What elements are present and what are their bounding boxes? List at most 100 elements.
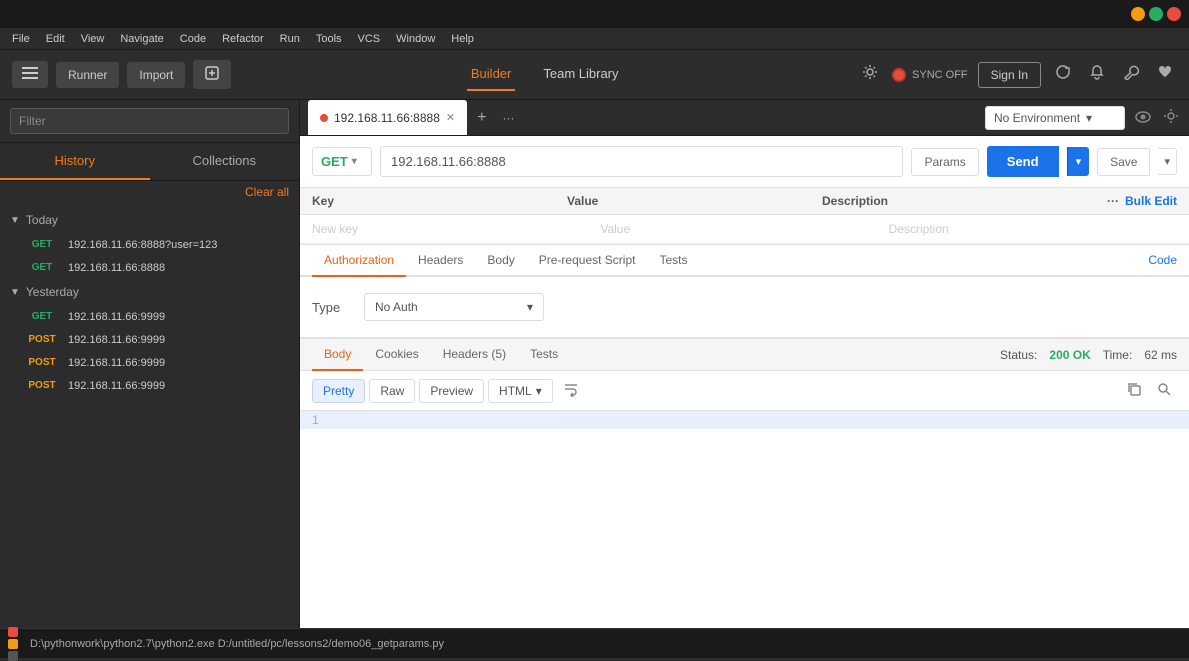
bulk-edit-button[interactable]: Bulk Edit [1125,194,1177,208]
menu-help[interactable]: Help [443,31,482,47]
list-item[interactable]: GET 192.168.11.66:8888 [0,256,299,279]
tab-dot [320,114,328,122]
sidebar-toggle-button[interactable] [12,61,48,88]
menubar: File Edit View Navigate Code Refactor Ru… [0,28,1189,50]
tab-builder[interactable]: Builder [467,58,515,91]
filter-input[interactable] [10,108,289,134]
menu-tools[interactable]: Tools [308,31,350,47]
new-key-input[interactable] [312,219,600,239]
sidebar-tab-collections[interactable]: Collections [150,143,300,180]
env-selector[interactable]: No Environment ▾ [985,106,1125,130]
history-group-yesterday: ▼ Yesterday GET 192.168.11.66:9999 POST … [0,279,299,397]
new-value-input[interactable] [600,219,888,239]
toolbar-right: SYNC OFF Sign In [858,60,1177,89]
yesterday-group-header[interactable]: ▼ Yesterday [0,279,299,305]
menu-run[interactable]: Run [272,31,308,47]
settings-button[interactable] [858,60,882,89]
tab-close-button[interactable]: ✕ [446,111,455,124]
response-tabs-bar: Body Cookies Headers (5) Tests Status: 2… [300,338,1189,371]
col-value-header: Value [567,194,822,208]
menu-code[interactable]: Code [172,31,214,47]
format-selector[interactable]: HTML ▾ [488,379,553,403]
pretty-button[interactable]: Pretty [312,379,365,403]
list-item[interactable]: GET 192.168.11.66:9999 [0,305,299,328]
bell-button[interactable] [1085,60,1109,89]
close-button[interactable] [1167,7,1181,21]
subtab-pre-request-script[interactable]: Pre-request Script [527,245,648,277]
auth-type-selector[interactable]: No Auth ▾ [364,293,544,321]
search-button[interactable] [1151,378,1177,403]
code-link[interactable]: Code [1148,245,1177,275]
bottom-icon-3[interactable] [8,651,18,661]
main-layout: History Collections Clear all ▼ Today GE… [0,100,1189,628]
copy-icon [1127,382,1141,396]
list-item[interactable]: POST 192.168.11.66:9999 [0,351,299,374]
sidebar-filter-area [0,100,299,143]
toolbar: Runner Import Builder Team Library SYNC … [0,50,1189,100]
menu-edit[interactable]: Edit [38,31,73,47]
add-tab-button[interactable]: + [471,109,492,127]
bottom-icon-1[interactable] [8,627,18,637]
runner-button[interactable]: Runner [56,62,119,88]
method-selector[interactable]: GET ▾ [312,147,372,176]
today-group-header[interactable]: ▼ Today [0,207,299,233]
status-value: 200 OK [1049,348,1090,362]
send-button[interactable]: Send [987,146,1059,177]
response-tab-headers[interactable]: Headers (5) [431,339,518,371]
history-group-today: ▼ Today GET 192.168.11.66:8888?user=123 … [0,207,299,279]
subtab-tests[interactable]: Tests [647,245,699,277]
sidebar-content: ▼ Today GET 192.168.11.66:8888?user=123 … [0,203,299,628]
raw-button[interactable]: Raw [369,379,415,403]
subtab-body[interactable]: Body [475,245,526,277]
list-item[interactable]: POST 192.168.11.66:9999 [0,328,299,351]
clear-all-button[interactable]: Clear all [0,181,299,203]
status-label: Status: [1000,348,1037,362]
list-item[interactable]: GET 192.168.11.66:8888?user=123 [0,233,299,256]
refresh-icon-button[interactable] [1051,60,1075,89]
wrap-button[interactable] [557,377,585,404]
menu-view[interactable]: View [73,31,113,47]
response-tab-cookies[interactable]: Cookies [363,339,430,371]
request-tab-active[interactable]: 192.168.11.66:8888 ✕ [308,100,467,135]
wrench-icon [1123,64,1139,80]
sync-text: SYNC OFF [912,69,968,81]
wrench-button[interactable] [1119,60,1143,89]
menu-refactor[interactable]: Refactor [214,31,272,47]
heart-button[interactable] [1153,60,1177,89]
response-tab-tests[interactable]: Tests [518,339,570,371]
menu-vcs[interactable]: VCS [350,31,389,47]
response-tab-body[interactable]: Body [312,339,363,371]
env-eye-button[interactable] [1133,108,1153,128]
import-button[interactable]: Import [127,62,185,88]
menu-window[interactable]: Window [388,31,443,47]
env-settings-button[interactable] [1161,106,1181,129]
save-dropdown-button[interactable]: ▾ [1158,148,1177,175]
preview-button[interactable]: Preview [419,379,484,403]
sign-in-button[interactable]: Sign In [978,62,1041,88]
more-options-icon[interactable]: ··· [1107,194,1119,208]
new-description-input[interactable] [889,219,1177,239]
subtab-headers[interactable]: Headers [406,245,475,277]
time-label: Time: [1103,348,1133,362]
url-input[interactable] [380,146,903,177]
maximize-button[interactable] [1149,7,1163,21]
tab-team-library[interactable]: Team Library [539,58,622,91]
menu-file[interactable]: File [4,31,38,47]
method-post-badge: POST [24,333,60,346]
new-value-cell [600,219,888,239]
more-tabs-button[interactable]: ··· [496,111,520,125]
history-url: 192.168.11.66:9999 [68,357,165,369]
params-header: Key Value Description ··· Bulk Edit [300,188,1189,215]
copy-button[interactable] [1121,378,1147,403]
sidebar: History Collections Clear all ▼ Today GE… [0,100,300,628]
list-item[interactable]: POST 192.168.11.66:9999 [0,374,299,397]
save-button[interactable]: Save [1097,148,1150,176]
params-button[interactable]: Params [911,148,978,176]
new-tab-button[interactable] [193,60,231,89]
minimize-button[interactable] [1131,7,1145,21]
bottom-icon-2[interactable] [8,639,18,649]
subtab-authorization[interactable]: Authorization [312,245,406,277]
menu-navigate[interactable]: Navigate [112,31,171,47]
sidebar-tab-history[interactable]: History [0,143,150,180]
send-dropdown-button[interactable]: ▾ [1067,147,1090,176]
